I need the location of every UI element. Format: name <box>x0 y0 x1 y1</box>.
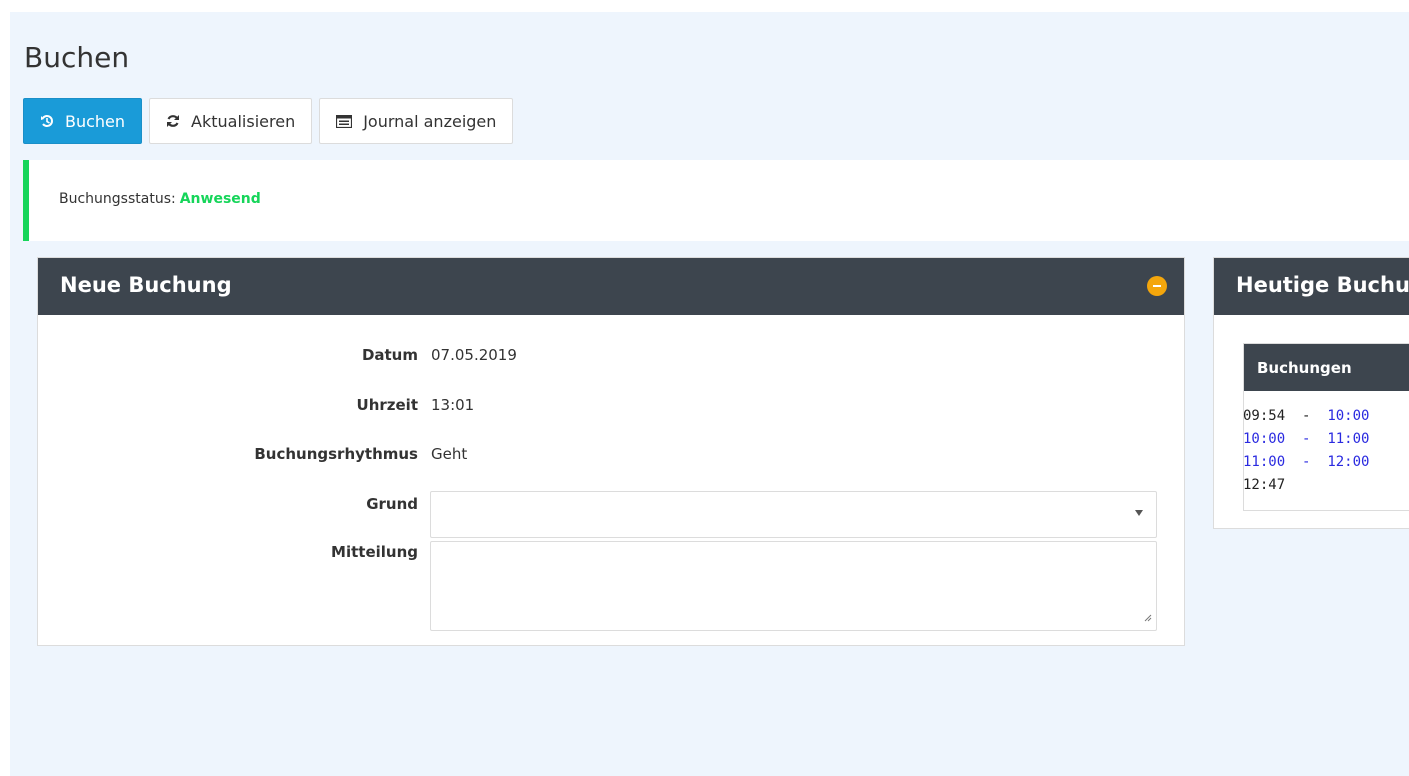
journal-button-label: Journal anzeigen <box>363 111 497 131</box>
today-bookings-panel: Heutige Buchu Buchungen 09:54 - 10:00 10… <box>1213 257 1409 529</box>
rhythm-value: Geht <box>431 445 468 463</box>
list-icon <box>336 114 353 128</box>
toolbar: Buchen Aktualisieren Journal anzeigen <box>23 98 514 144</box>
booking-time-link[interactable]: 11:00 <box>1243 454 1285 470</box>
reason-select[interactable] <box>430 491 1157 538</box>
resize-grip-icon[interactable] <box>1144 607 1152 626</box>
time-value: 13:01 <box>431 396 475 414</box>
book-button-label: Buchen <box>65 111 126 131</box>
booking-time-link[interactable]: 10:00 <box>1243 431 1285 447</box>
refresh-button[interactable]: Aktualisieren <box>149 98 313 144</box>
dropdown-arrow-icon <box>1135 510 1143 516</box>
status-label: Buchungsstatus: <box>59 191 176 207</box>
book-button[interactable]: Buchen <box>23 98 143 144</box>
booking-status: Buchungsstatus: Anwesend <box>59 191 261 207</box>
list-item: 11:00 - 12:00 <box>1243 454 1370 470</box>
list-item: 10:00 - 11:00 <box>1243 431 1370 447</box>
list-item: 12:47 <box>1243 477 1286 493</box>
new-booking-panel: Neue Buchung Datum 07.05.2019 Uhrzeit 13… <box>37 257 1185 646</box>
journal-button[interactable]: Journal anzeigen <box>319 98 514 144</box>
message-row: Mitteilung <box>38 258 418 561</box>
date-label: Datum <box>361 346 418 364</box>
rhythm-label: Buchungsrhythmus <box>254 445 418 463</box>
reason-label: Grund <box>366 495 418 513</box>
booking-time-link[interactable]: 10:00 <box>1327 408 1369 424</box>
book-icon <box>40 114 54 128</box>
page-title: Buchen <box>24 41 130 74</box>
message-textarea[interactable] <box>430 541 1157 631</box>
panel-header: Heutige Buchu <box>1214 258 1409 315</box>
date-value: 07.05.2019 <box>431 346 517 364</box>
booking-time-link[interactable]: 12:00 <box>1327 454 1369 470</box>
table-header: Buchungen <box>1244 344 1409 391</box>
message-label: Mitteilung <box>331 543 418 561</box>
page-content: Buchen Buchen Aktualisieren Journal anze… <box>10 12 1409 776</box>
refresh-icon <box>166 114 180 128</box>
time-label: Uhrzeit <box>356 396 418 414</box>
refresh-button-label: Aktualisieren <box>191 111 296 131</box>
booking-status-bar: Buchungsstatus: Anwesend <box>23 160 1409 241</box>
table-header-label: Buchungen <box>1257 359 1352 377</box>
panel-title: Heutige Buchu <box>1236 273 1409 297</box>
list-item: 09:54 - 10:00 <box>1243 408 1370 424</box>
booking-time-link[interactable]: 11:00 <box>1327 431 1369 447</box>
collapse-icon[interactable] <box>1147 276 1167 296</box>
status-value: Anwesend <box>179 191 261 207</box>
bookings-list: 09:54 - 10:00 10:00 - 11:00 11:00 - 12:0… <box>1243 405 1369 497</box>
